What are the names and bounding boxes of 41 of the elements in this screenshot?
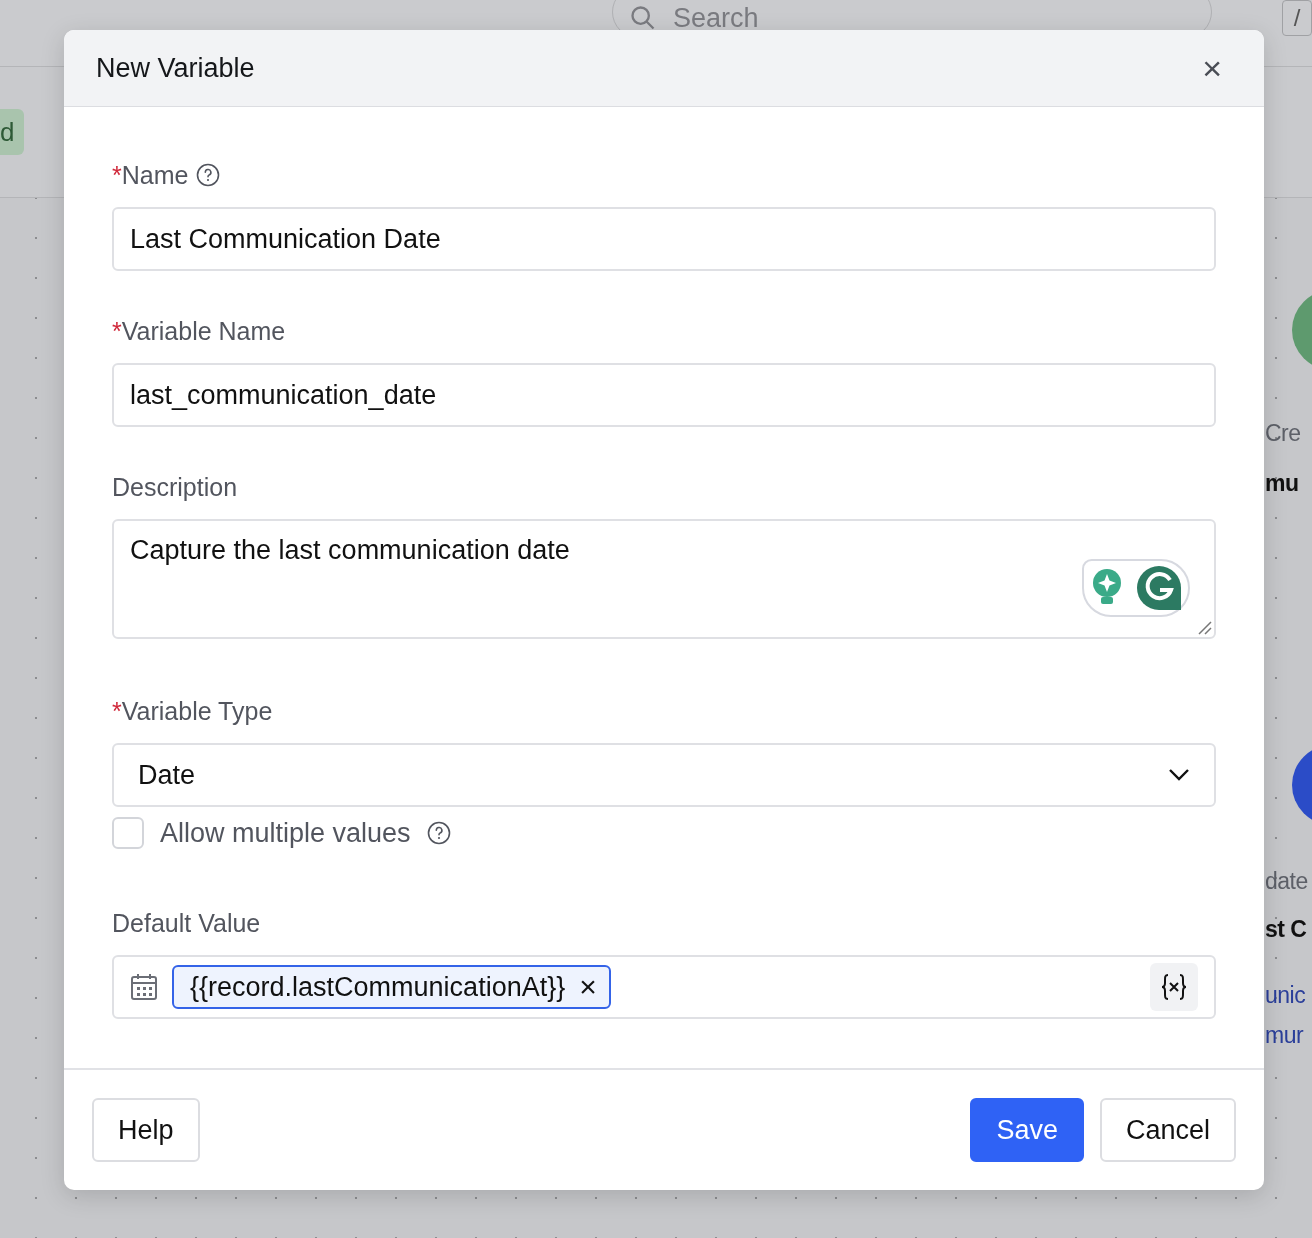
remove-token-button[interactable]: × [579, 972, 597, 1002]
shortcut-key: / [1282, 0, 1312, 36]
status-badge: d [0, 109, 24, 155]
close-button[interactable]: × [1198, 51, 1226, 85]
required-mark: * [112, 696, 122, 726]
field-label: Default Value [112, 908, 261, 938]
field-label: Variable Type [121, 696, 273, 726]
help-button[interactable]: Help [92, 1098, 200, 1162]
field-label: Variable Name [121, 316, 286, 346]
background-text: mu [1265, 470, 1299, 497]
help-icon [196, 163, 221, 187]
default-value-field[interactable]: {{record.lastCommunicationAt}} × [112, 955, 1216, 1019]
resize-handle-icon[interactable] [1198, 621, 1212, 635]
background-text: unic [1265, 982, 1306, 1009]
field-label: Description [112, 472, 238, 502]
grammar-widget[interactable] [1082, 559, 1190, 617]
text-field[interactable]: last_communication_date [112, 363, 1216, 427]
calendar-icon [130, 973, 158, 1001]
field-label: Name [121, 160, 189, 190]
background-text: mur [1265, 1022, 1304, 1049]
background-text: date [1265, 868, 1308, 895]
dialog-title: New Variable [96, 52, 255, 84]
background-text: Cre [1265, 420, 1301, 447]
checkbox[interactable] [112, 817, 144, 849]
token-text: {{record.lastCommunicationAt}} [190, 971, 566, 1003]
help-icon [426, 821, 451, 845]
required-mark: * [112, 316, 122, 346]
chevron-down-icon [1168, 768, 1190, 782]
description-field[interactable]: Capture the last communication date [112, 519, 1216, 639]
background-text: st C [1265, 916, 1307, 943]
variable-type-select[interactable]: Date [112, 743, 1216, 807]
checkbox-label: Allow multiple values [160, 817, 411, 849]
insert-variable-button[interactable] [1150, 963, 1198, 1011]
variable-icon [1161, 972, 1187, 1002]
search-placeholder: Search [673, 2, 759, 34]
g-logo-icon [1137, 566, 1181, 610]
required-mark: * [112, 160, 122, 190]
cancel-button[interactable]: Cancel [1099, 1098, 1236, 1162]
search-icon [629, 4, 657, 32]
save-button[interactable]: Save [970, 1098, 1084, 1162]
text-field[interactable]: Last Communication Date [112, 207, 1216, 271]
